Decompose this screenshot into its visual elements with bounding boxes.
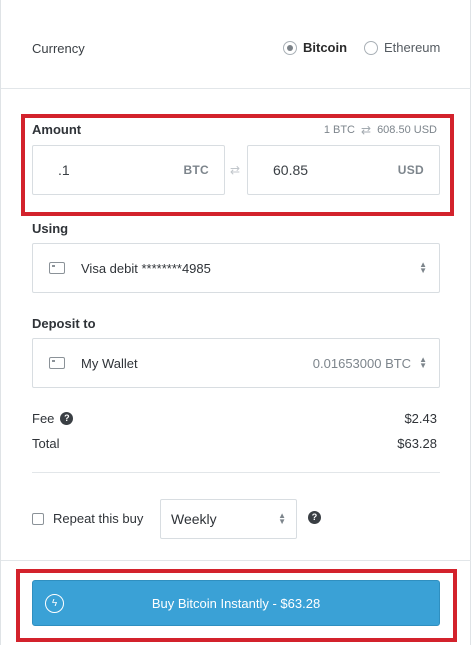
chevron-up-down-icon: ▲ ▼ bbox=[278, 511, 286, 526]
payment-method-value: Visa debit ********4985 bbox=[81, 260, 211, 276]
swap-icon: ⇄ bbox=[361, 123, 372, 137]
chevron-up-down-icon: ▲ ▼ bbox=[419, 260, 427, 275]
repeat-frequency-select[interactable]: Weekly ▲ ▼ bbox=[160, 499, 297, 539]
currency-option-label: Ethereum bbox=[384, 40, 441, 55]
currency-option-bitcoin[interactable]: Bitcoin bbox=[283, 40, 347, 55]
buy-button-label: Buy Bitcoin Instantly - $63.28 bbox=[151, 595, 321, 611]
chevron-up-down-icon: ▲ ▼ bbox=[419, 355, 427, 370]
fee-label-text: Fee bbox=[32, 411, 55, 426]
usd-unit-label: USD bbox=[397, 163, 424, 177]
usd-amount-input[interactable]: 60.85 USD bbox=[247, 145, 440, 195]
currency-option-ethereum[interactable]: Ethereum bbox=[364, 40, 440, 55]
deposit-wallet-select[interactable]: My Wallet 0.01653000 BTC ▲ ▼ bbox=[32, 338, 440, 388]
wallet-balance: 0.01653000 BTC bbox=[312, 355, 412, 371]
fee-label: Fee ? bbox=[32, 411, 74, 426]
btc-amount-value: .1 bbox=[58, 162, 70, 178]
help-icon[interactable]: ? bbox=[60, 412, 74, 425]
deposit-wallet-value: My Wallet bbox=[81, 355, 138, 371]
divider bbox=[1, 560, 471, 561]
rate-usd: 608.50 USD bbox=[377, 124, 437, 136]
buy-instantly-button[interactable]: ϟ Buy Bitcoin Instantly - $63.28 bbox=[32, 580, 440, 626]
btc-unit-label: BTC bbox=[183, 163, 209, 177]
repeat-buy-checkbox[interactable] bbox=[32, 513, 44, 525]
rate-btc: 1 BTC bbox=[323, 124, 355, 136]
wallet-icon bbox=[49, 357, 65, 369]
buy-panel: Currency Bitcoin Ethereum Amount 1 BTC ⇄… bbox=[0, 0, 471, 645]
help-icon[interactable]: ? bbox=[308, 511, 321, 524]
currency-row: Currency Bitcoin Ethereum bbox=[1, 0, 471, 89]
using-label: Using bbox=[32, 221, 69, 236]
currency-option-label: Bitcoin bbox=[303, 40, 348, 55]
lightning-icon: ϟ bbox=[45, 594, 64, 613]
card-icon bbox=[49, 262, 65, 274]
repeat-buy-label: Repeat this buy bbox=[53, 511, 144, 526]
divider bbox=[32, 472, 440, 473]
amount-label: Amount bbox=[32, 122, 82, 137]
exchange-rate: 1 BTC ⇄ 608.50 USD bbox=[324, 123, 437, 137]
total-value: $63.28 bbox=[397, 436, 437, 451]
btc-amount-input[interactable]: .1 BTC bbox=[32, 145, 225, 195]
radio-icon-checked[interactable] bbox=[283, 40, 297, 55]
fee-value: $2.43 bbox=[404, 411, 437, 426]
total-label: Total bbox=[32, 436, 60, 451]
usd-amount-value: 60.85 bbox=[273, 162, 309, 178]
deposit-label: Deposit to bbox=[32, 316, 96, 331]
repeat-frequency-value: Weekly bbox=[171, 511, 217, 527]
payment-method-select[interactable]: Visa debit ********4985 ▲ ▼ bbox=[32, 243, 440, 293]
swap-icon: ⇄ bbox=[230, 163, 241, 177]
radio-icon[interactable] bbox=[364, 40, 378, 55]
currency-label: Currency bbox=[32, 41, 85, 56]
